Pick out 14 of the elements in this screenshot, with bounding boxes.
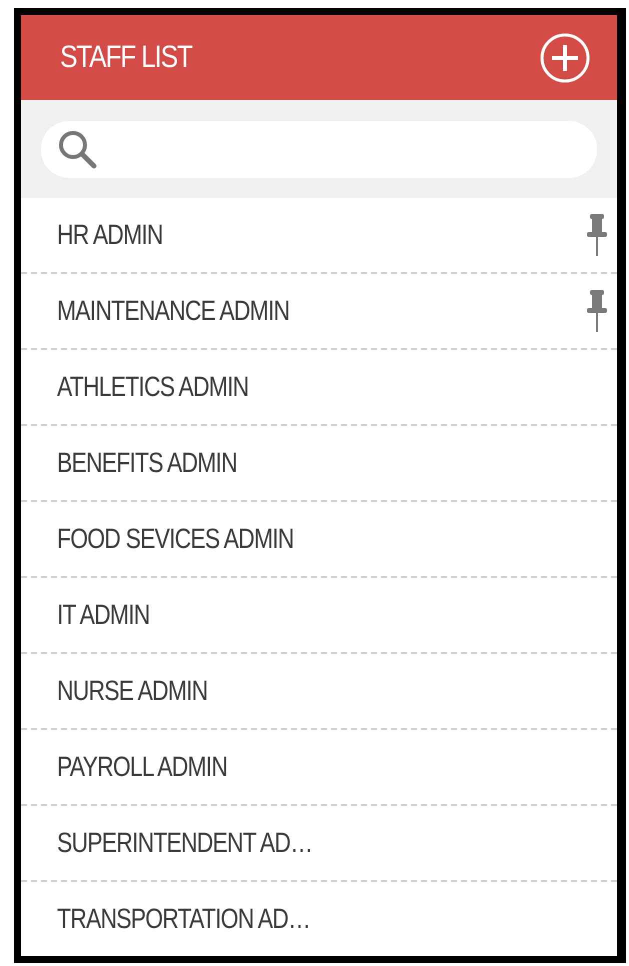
staff-list-item[interactable]: NURSE ADMIN xyxy=(21,654,617,730)
staff-list-item[interactable]: HR ADMIN xyxy=(21,198,617,274)
staff-list-item[interactable]: TRANSPORTATION AD… xyxy=(21,882,617,956)
plus-circle-icon xyxy=(539,32,591,84)
search-icon xyxy=(57,128,99,170)
add-button[interactable] xyxy=(539,32,591,84)
staff-list-item[interactable]: SUPERINTENDENT AD… xyxy=(21,806,617,882)
staff-list-item[interactable]: IT ADMIN xyxy=(21,578,617,654)
panel-title: STAFF LIST xyxy=(60,38,192,76)
staff-list-item[interactable]: BENEFITS ADMIN xyxy=(21,426,617,502)
staff-list-item[interactable]: ATHLETICS ADMIN xyxy=(21,350,617,426)
staff-list-item[interactable]: MAINTENANCE ADMIN xyxy=(21,274,617,350)
staff-list-item[interactable]: FOOD SEVICES ADMIN xyxy=(21,502,617,578)
staff-list-item[interactable]: PAYROLL ADMIN xyxy=(21,730,617,806)
